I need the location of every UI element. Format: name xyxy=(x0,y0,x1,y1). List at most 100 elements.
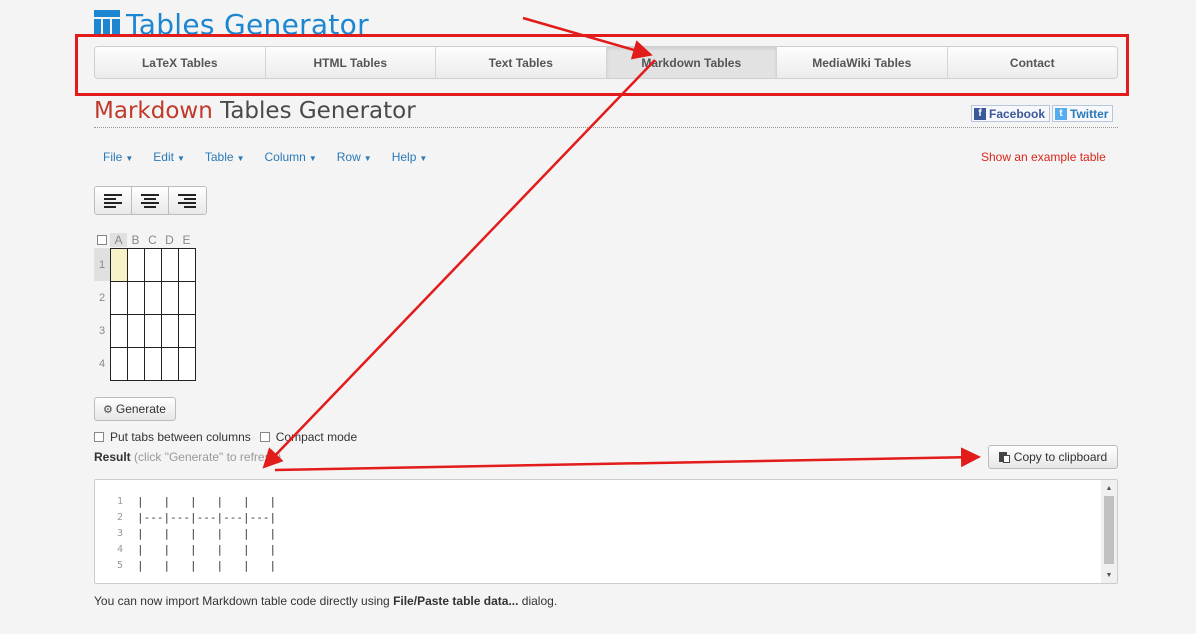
vertical-scrollbar[interactable]: ▲ ▼ xyxy=(1101,480,1117,583)
site-logo[interactable]: Tables Generator xyxy=(94,6,369,34)
grid-cell[interactable] xyxy=(111,315,128,348)
tabs-option-label: Put tabs between columns xyxy=(110,430,251,444)
select-all-checkbox[interactable] xyxy=(97,235,107,245)
grid-cell[interactable] xyxy=(145,348,162,381)
line-number: 3 xyxy=(116,528,123,539)
facebook-button[interactable]: f Facebook xyxy=(971,105,1051,122)
menu-file[interactable]: File ▼ xyxy=(103,150,133,164)
line-text: |---|---|---|---|---| xyxy=(137,511,277,524)
editor-menu: File ▼ Edit ▼ Table ▼ Column ▼ Row ▼ Help ▼ xyxy=(103,150,447,164)
grid-cell[interactable] xyxy=(145,282,162,315)
show-example-link[interactable]: Show an example table xyxy=(981,150,1106,164)
grid-cell[interactable] xyxy=(162,315,179,348)
menu-table-label: Table xyxy=(204,150,234,164)
align-right-button[interactable] xyxy=(169,187,206,214)
grid-cell[interactable] xyxy=(128,348,145,381)
line-text: | | | | | | xyxy=(137,495,277,508)
grid-cell[interactable] xyxy=(111,348,128,381)
twitter-icon: t xyxy=(1055,107,1067,120)
code-line: 5 | | | | | | xyxy=(107,558,276,574)
compact-option[interactable]: Compact mode xyxy=(259,430,358,444)
result-hint: (click "Generate" to refresh) xyxy=(134,450,282,464)
caret-down-icon: ▼ xyxy=(125,154,134,163)
line-text: | | | | | | xyxy=(137,527,277,540)
gears-icon: ⚙ xyxy=(103,403,113,416)
grid-cell[interactable] xyxy=(179,348,196,381)
menu-row[interactable]: Row ▼ xyxy=(337,150,372,164)
grid-cell[interactable] xyxy=(179,315,196,348)
code-line: 4 | | | | | | xyxy=(107,542,276,558)
code-line: 2 |---|---|---|---|---| xyxy=(107,510,276,526)
grid-cell[interactable] xyxy=(162,249,179,282)
menu-column[interactable]: Column ▼ xyxy=(264,150,316,164)
scroll-down-arrow-icon[interactable]: ▼ xyxy=(1101,568,1117,582)
annotation-highlight-box xyxy=(75,34,1129,96)
table-grid-editor: A B C D E 1 2 3 4 xyxy=(94,232,196,381)
code-line: 1 | | | | | | xyxy=(107,494,276,510)
row-header-1[interactable]: 1 xyxy=(94,248,110,281)
grid-cell[interactable] xyxy=(128,282,145,315)
alignment-toolbar xyxy=(94,186,207,215)
menu-help-label: Help xyxy=(391,150,417,164)
copy-label: Copy to clipboard xyxy=(1013,450,1108,464)
copy-to-clipboard-button[interactable]: Copy to clipboard xyxy=(988,445,1118,469)
grid-cell[interactable] xyxy=(145,249,162,282)
align-left-button[interactable] xyxy=(95,187,132,214)
import-note-prefix: You can now import Markdown table code d… xyxy=(94,594,394,608)
row-header-2[interactable]: 2 xyxy=(94,281,110,314)
import-note-suffix: dialog. xyxy=(518,594,558,608)
scroll-up-arrow-icon[interactable]: ▲ xyxy=(1101,481,1117,495)
generate-label: Generate xyxy=(115,402,166,416)
menu-table[interactable]: Table ▼ xyxy=(205,150,245,164)
result-code-editor[interactable]: 1 | | | | | | 2 |---|---|---|---|---| 3 | |… xyxy=(94,479,1118,584)
line-text: | | | | | | xyxy=(137,543,277,556)
result-label: Result xyxy=(94,450,131,464)
tabs-checkbox[interactable] xyxy=(94,432,104,442)
facebook-label: Facebook xyxy=(989,106,1046,121)
grid-cell[interactable] xyxy=(179,249,196,282)
compact-option-label: Compact mode xyxy=(275,430,358,444)
scrollbar-thumb[interactable] xyxy=(1104,496,1114,564)
menu-column-label: Column xyxy=(264,150,306,164)
grid-cell[interactable] xyxy=(162,348,179,381)
caret-down-icon: ▼ xyxy=(236,154,245,163)
menu-edit-label: Edit xyxy=(153,150,174,164)
row-header-3[interactable]: 3 xyxy=(94,314,110,347)
column-header-e[interactable]: E xyxy=(178,233,195,247)
clipboard-icon xyxy=(998,451,1010,463)
column-header-a[interactable]: A xyxy=(110,233,127,247)
grid-cell[interactable] xyxy=(145,315,162,348)
result-heading: Result (click "Generate" to refresh) xyxy=(94,450,281,464)
row-header-4[interactable]: 4 xyxy=(94,347,110,380)
generate-button[interactable]: ⚙ Generate xyxy=(94,397,176,421)
import-note-bold: File/Paste table data... xyxy=(393,594,519,608)
grid-cell[interactable] xyxy=(162,282,179,315)
column-header-b[interactable]: B xyxy=(127,233,144,247)
menu-edit[interactable]: Edit ▼ xyxy=(153,150,185,164)
caret-down-icon: ▼ xyxy=(308,154,317,163)
grid-cell[interactable] xyxy=(128,249,145,282)
line-number: 5 xyxy=(116,560,123,571)
tabs-option[interactable]: Put tabs between columns xyxy=(94,430,251,444)
table-logo-icon xyxy=(94,10,120,34)
grid-cell[interactable] xyxy=(111,282,128,315)
menu-row-label: Row xyxy=(336,150,361,164)
grid-cell[interactable] xyxy=(179,282,196,315)
page-title-rest: Tables Generator xyxy=(220,98,416,124)
compact-checkbox[interactable] xyxy=(259,432,270,442)
grid-cell[interactable] xyxy=(111,249,128,282)
column-header-c[interactable]: C xyxy=(144,233,161,247)
caret-down-icon: ▼ xyxy=(363,154,372,163)
menu-help[interactable]: Help ▼ xyxy=(392,150,428,164)
code-line: 3 | | | | | | xyxy=(107,526,276,542)
output-options: Put tabs between columns Compact mode xyxy=(94,430,366,444)
align-center-button[interactable] xyxy=(132,187,169,214)
line-number: 2 xyxy=(116,512,123,523)
column-header-d[interactable]: D xyxy=(161,233,178,247)
logo-text: Tables Generator xyxy=(126,8,369,34)
grid-cell[interactable] xyxy=(128,315,145,348)
grid-cells xyxy=(110,248,196,381)
page-title: Markdown Tables Generator xyxy=(94,98,416,124)
caret-down-icon: ▼ xyxy=(176,154,185,163)
twitter-button[interactable]: t Twitter xyxy=(1052,105,1114,122)
